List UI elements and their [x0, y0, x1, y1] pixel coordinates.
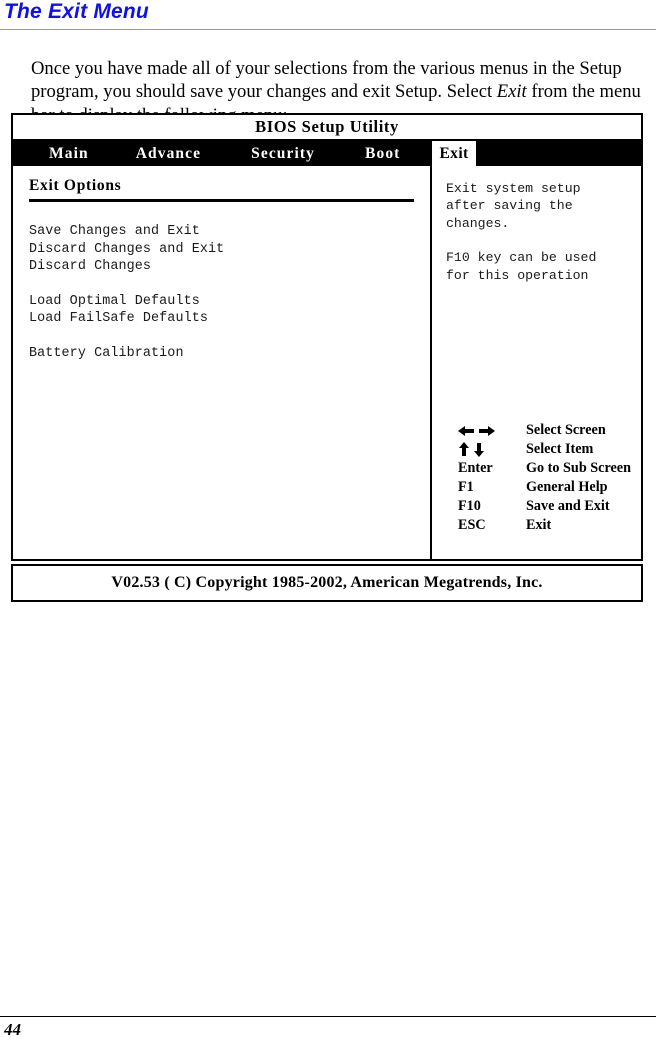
page-footer-divider: [0, 1016, 656, 1017]
bios-menu-bar[interactable]: Main Advance Security Boot Exit: [13, 141, 641, 166]
help-line-1: Exit system setup: [446, 181, 581, 196]
bios-setup-screenshot: BIOS Setup Utility Main Advance Security…: [11, 113, 643, 602]
key-desc-select-screen: Select Screen: [526, 422, 606, 438]
help-line-2: after saving the: [446, 198, 573, 214]
page-number: 44: [4, 1020, 21, 1039]
exit-options-list[interactable]: Save Changes and Exit Discard Changes an…: [29, 223, 430, 363]
page-title: The Exit Menu: [4, 0, 149, 23]
help-text: Exit system setup after saving the chang…: [446, 180, 641, 284]
option-battery-calibration[interactable]: Battery Calibration: [29, 345, 430, 363]
bios-footer-bar: V02.53 ( C) Copyright 1985-2002, America…: [11, 564, 643, 602]
help-line-4: F10 key can be used: [446, 250, 597, 266]
bios-copyright: V02.53 ( C) Copyright 1985-2002, America…: [111, 574, 543, 591]
exit-options-panel: Exit Options Save Changes and Exit Disca…: [13, 166, 432, 559]
menu-tab-boot[interactable]: Boot: [355, 141, 410, 166]
key-desc-select-item: Select Item: [526, 441, 594, 457]
option-discard-changes-and-exit[interactable]: Discard Changes and Exit: [29, 241, 430, 259]
section-title-exit-options: Exit Options: [29, 177, 122, 194]
key-desc-save-and-exit: Save and Exit: [526, 498, 610, 514]
bios-title: BIOS Setup Utility: [255, 117, 399, 136]
key-name-f1: F1: [458, 479, 474, 495]
key-name-esc: ESC: [458, 517, 486, 533]
help-line-3: changes.: [446, 215, 510, 231]
options-spacer-2: [29, 328, 430, 345]
bios-window: BIOS Setup Utility Main Advance Security…: [11, 113, 643, 561]
help-spacer: [446, 232, 641, 249]
key-desc-general-help: General Help: [526, 479, 608, 495]
intro-emphasis-exit: Exit: [496, 81, 527, 103]
left-right-arrow-icon: [458, 425, 518, 437]
menu-tab-exit[interactable]: Exit: [432, 141, 476, 166]
menu-tab-security[interactable]: Security: [241, 141, 325, 166]
up-down-arrow-icon: [458, 442, 518, 457]
menu-tab-advance[interactable]: Advance: [126, 141, 211, 166]
help-line-5: for this operation: [446, 267, 589, 283]
key-desc-go-to-sub-screen: Go to Sub Screen: [526, 460, 631, 476]
key-desc-exit: Exit: [526, 517, 552, 533]
key-name-enter: Enter: [458, 460, 493, 476]
section-divider: [29, 199, 414, 202]
option-load-failsafe-defaults[interactable]: Load FailSafe Defaults: [29, 310, 430, 328]
option-discard-changes[interactable]: Discard Changes: [29, 258, 430, 276]
option-load-optimal-defaults[interactable]: Load Optimal Defaults: [29, 293, 430, 311]
option-save-changes-and-exit[interactable]: Save Changes and Exit: [29, 223, 430, 241]
help-panel: Exit system setup after saving the chang…: [432, 166, 641, 559]
key-legend: Select Screen Select Item Enter Go to Su…: [458, 421, 641, 535]
menu-tab-main[interactable]: Main: [39, 141, 99, 166]
bios-body: Exit Options Save Changes and Exit Disca…: [13, 166, 641, 559]
heading-divider: [0, 29, 656, 30]
options-spacer: [29, 276, 430, 293]
key-name-f10: F10: [458, 498, 481, 514]
bios-title-bar: BIOS Setup Utility: [13, 115, 641, 141]
